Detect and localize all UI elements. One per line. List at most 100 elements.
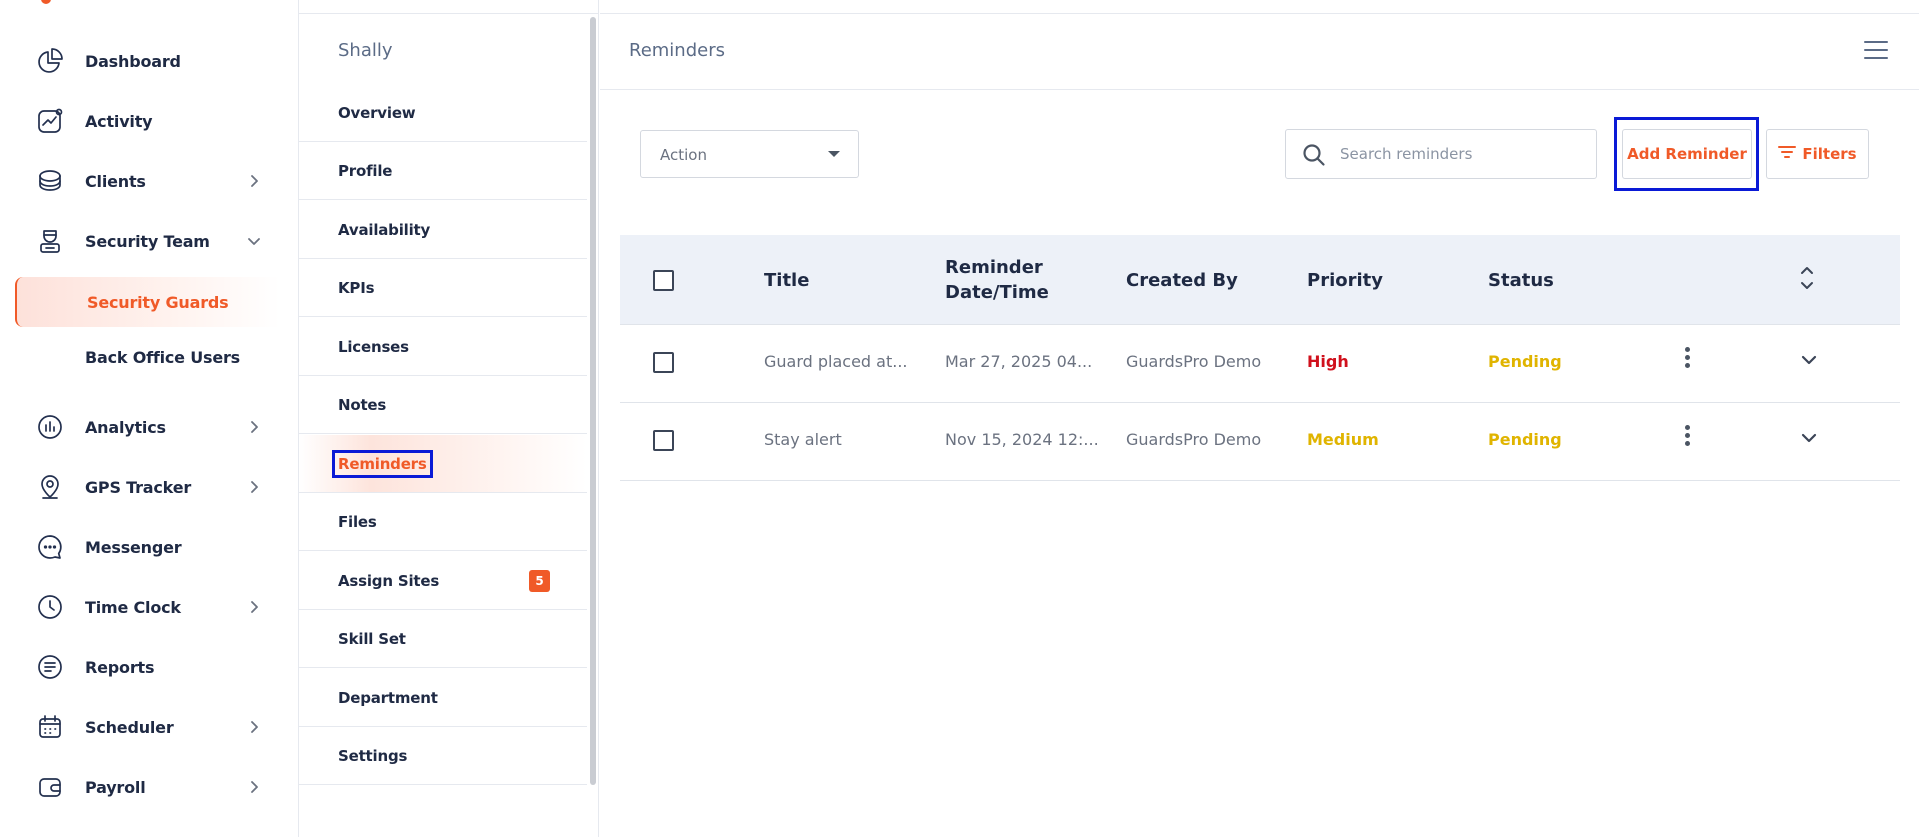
column-header-created-by[interactable]: Created By: [1126, 268, 1238, 293]
add-reminder-button[interactable]: Add Reminder: [1622, 129, 1752, 179]
table-row[interactable]: Stay alert Nov 15, 2024 12:... GuardsPro…: [620, 403, 1900, 481]
priority-badge: Medium: [1307, 430, 1379, 449]
sidebar-item-dashboard[interactable]: Dashboard: [0, 36, 299, 86]
profile-menu: Shally Overview Profile Availability KPI…: [299, 0, 599, 837]
column-header-reminder-line1[interactable]: Reminder: [945, 255, 1043, 280]
analytics-icon: [36, 413, 64, 441]
chevron-right-icon: [246, 599, 262, 615]
chevron-down-icon[interactable]: [1800, 429, 1818, 447]
profile-menu-label: Overview: [338, 103, 416, 122]
chevron-right-icon: [246, 479, 262, 495]
sidebar-item-security-team[interactable]: Security Team: [0, 216, 299, 266]
status-badge: Pending: [1488, 352, 1562, 371]
sidebar-item-gps-tracker[interactable]: GPS Tracker: [0, 462, 299, 512]
sidebar-item-time-clock[interactable]: Time Clock: [0, 582, 299, 632]
profile-menu-overview[interactable]: Overview: [299, 84, 587, 142]
sidebar-item-label: Clients: [85, 171, 146, 191]
cell-title: Stay alert: [764, 430, 842, 449]
sidebar-item-label: Scheduler: [85, 717, 174, 737]
profile-menu-label: Department: [338, 688, 438, 707]
sidebar-item-scheduler[interactable]: Scheduler: [0, 702, 299, 752]
clock-icon: [36, 593, 64, 621]
calendar-icon: [36, 713, 64, 741]
main-sidebar: Dashboard Activity Clients Security Team…: [0, 0, 299, 837]
profile-menu-label: Assign Sites: [338, 571, 440, 590]
sidebar-item-clients[interactable]: Clients: [0, 156, 299, 206]
profile-menu-kpis[interactable]: KPIs: [299, 259, 587, 317]
divider: [600, 89, 1919, 90]
hamburger-menu-icon[interactable]: [1864, 41, 1888, 61]
profile-menu-notes[interactable]: Notes: [299, 376, 587, 434]
sidebar-subitem-back-office-users[interactable]: Back Office Users: [0, 332, 299, 382]
activity-chart-icon: [36, 107, 64, 135]
profile-menu-settings[interactable]: Settings: [299, 727, 587, 785]
sort-icon[interactable]: [1797, 263, 1817, 293]
profile-menu-label: Licenses: [338, 337, 409, 356]
sidebar-item-label: GPS Tracker: [85, 477, 192, 497]
row-checkbox[interactable]: [653, 352, 674, 373]
sidebar-item-messenger[interactable]: Messenger: [0, 522, 299, 572]
column-header-priority[interactable]: Priority: [1307, 268, 1383, 293]
select-all-checkbox[interactable]: [653, 270, 674, 291]
column-header-reminder-line2[interactable]: Date/Time: [945, 280, 1049, 305]
cell-datetime: Mar 27, 2025 04...: [945, 352, 1093, 371]
page-title: Reminders: [629, 40, 725, 61]
divider: [299, 13, 599, 14]
sidebar-item-label: Security Team: [85, 231, 210, 251]
priority-badge: High: [1307, 352, 1349, 371]
sidebar-item-activity[interactable]: Activity: [0, 96, 299, 146]
profile-menu-label: Availability: [338, 220, 431, 239]
chevron-down-icon[interactable]: [1800, 351, 1818, 369]
action-dropdown[interactable]: Action: [640, 130, 859, 178]
search-box: [1285, 129, 1597, 179]
sidebar-item-label: Time Clock: [85, 597, 181, 617]
profile-menu-availability[interactable]: Availability: [299, 201, 587, 259]
sidebar-item-reports[interactable]: Reports: [0, 642, 299, 692]
count-badge: 5: [529, 569, 550, 592]
filters-button-label: Filters: [1802, 145, 1857, 163]
profile-menu-department[interactable]: Department: [299, 669, 587, 727]
chevron-right-icon: [246, 419, 262, 435]
more-vertical-icon[interactable]: [1681, 425, 1693, 449]
status-badge: Pending: [1488, 430, 1562, 449]
column-header-status[interactable]: Status: [1488, 268, 1554, 293]
profile-menu-licenses[interactable]: Licenses: [299, 318, 587, 376]
sidebar-item-label: Reports: [85, 657, 155, 677]
profile-menu-label: Reminders: [332, 449, 433, 478]
more-vertical-icon[interactable]: [1681, 347, 1693, 371]
profile-menu-label: KPIs: [338, 278, 375, 297]
chevron-right-icon: [246, 779, 262, 795]
cell-title: Guard placed at...: [764, 352, 908, 371]
main-content: Reminders Action Add Reminder Filters Ti…: [600, 0, 1919, 837]
chevron-right-icon: [246, 719, 262, 735]
sidebar-item-label: Payroll: [85, 777, 146, 797]
sidebar-item-label: Dashboard: [85, 51, 181, 71]
profile-menu-files[interactable]: Files: [299, 493, 587, 551]
filters-button[interactable]: Filters: [1766, 129, 1869, 179]
sidebar-subitem-security-guards[interactable]: Security Guards: [15, 277, 280, 327]
column-header-title[interactable]: Title: [764, 268, 809, 293]
divider: [600, 13, 1919, 14]
table-row[interactable]: Guard placed at... Mar 27, 2025 04... Gu…: [620, 325, 1900, 403]
profile-menu-label: Settings: [338, 746, 408, 765]
sidebar-item-label: Analytics: [85, 417, 166, 437]
chat-bubble-icon: [36, 533, 64, 561]
search-input[interactable]: [1340, 140, 1585, 168]
profile-menu-profile[interactable]: Profile: [299, 142, 587, 200]
sidebar-item-label: Back Office Users: [85, 347, 240, 367]
sidebar-item-label: Activity: [85, 111, 153, 131]
chevron-down-icon: [246, 233, 262, 249]
profile-menu-assign-sites[interactable]: Assign Sites 5: [299, 552, 587, 610]
table-header: Title Reminder Date/Time Created By Prio…: [620, 235, 1900, 325]
sidebar-item-payroll[interactable]: Payroll: [0, 762, 299, 812]
filter-icon: [1778, 144, 1797, 164]
pie-chart-icon: [36, 47, 64, 75]
profile-menu-reminders[interactable]: Reminders: [299, 435, 587, 493]
sidebar-item-analytics[interactable]: Analytics: [0, 402, 299, 452]
sidebar-item-label: Messenger: [85, 537, 182, 557]
cell-created-by: GuardsPro Demo: [1126, 352, 1262, 371]
row-checkbox[interactable]: [653, 430, 674, 451]
profile-menu-label: Profile: [338, 161, 393, 180]
scrollbar[interactable]: [590, 17, 596, 785]
profile-menu-skill-set[interactable]: Skill Set: [299, 610, 587, 668]
